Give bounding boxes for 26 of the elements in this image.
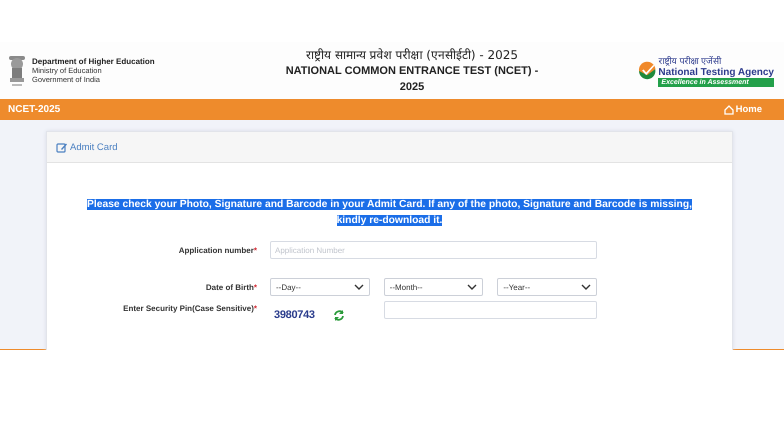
chevron-down-icon: [581, 284, 592, 290]
input-field[interactable]: Application Number: [270, 241, 597, 259]
input-field[interactable]: [384, 301, 597, 319]
notice-text: Please check your Photo, Signature and Barcode in your Admit Card. If any of the photo, Signature and Barcode is missing, kindly re-download it.: [86, 198, 693, 228]
agency-name-hindi: राष्ट्रीय परीक्षा एजेंसी: [658, 55, 722, 67]
refresh-icon[interactable]: [332, 308, 345, 322]
field-label: Enter Security Pin(Case Sensitive): [123, 304, 254, 313]
field-label: Date of Birth: [206, 282, 254, 292]
select-dropdown[interactable]: --Month--: [384, 278, 484, 296]
department-title: Department of Higher Education: [32, 57, 155, 66]
field-label: Application number: [178, 246, 254, 254]
select-dropdown[interactable]: --Day--: [270, 278, 370, 296]
card-title: Admit Card: [56, 142, 118, 152]
select-dropdown[interactable]: --Year--: [497, 278, 598, 296]
exam-title: NATIONAL COMMON ENTRANCE TEST (NCET) - 2025: [284, 64, 540, 95]
agency-name: National Testing Agency: [658, 67, 774, 78]
required-mark: *: [254, 246, 257, 254]
emblem-icon: [6, 54, 28, 88]
exam-title-hindi: राष्ट्रीय सामान्य प्रवेश परीक्षा (एनसीईटी) - 2025: [304, 47, 520, 63]
required-mark: *: [254, 282, 257, 292]
home-icon: [724, 104, 734, 114]
captcha-image: 3980743: [273, 308, 316, 323]
edit-icon: [56, 142, 68, 152]
chevron-down-icon: [354, 284, 364, 290]
chevron-down-icon: [467, 284, 478, 290]
required-mark: *: [254, 304, 257, 313]
